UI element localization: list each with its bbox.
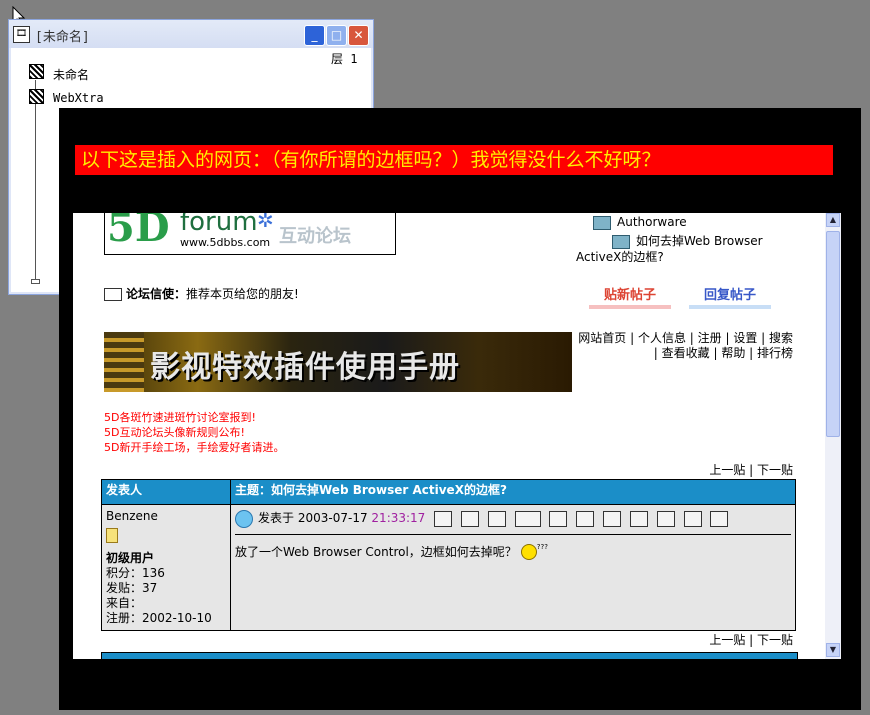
profile-icon[interactable]: [434, 510, 453, 527]
prev-next-links[interactable]: 上一贴 | 下一贴: [673, 461, 793, 478]
user-rank: 初级用户: [106, 551, 155, 565]
breadcrumb-item[interactable]: Authorware: [593, 215, 687, 230]
confused-emoticon-icon: [520, 544, 537, 560]
author-column-header: 发表人: [101, 479, 231, 505]
messenger-text: 推荐本页给您的朋友!: [186, 287, 299, 301]
scroll-up-icon[interactable]: ▲: [826, 213, 840, 227]
forum-logo[interactable]: 5D forum ✲ www.5dbbs.com 互动论坛: [104, 213, 396, 255]
reply-button[interactable]: 回复帖子: [689, 287, 771, 309]
post-mood-icon: [235, 509, 253, 528]
post-message: 放了一个Web Browser Control，边框如何去掉呢？???: [235, 542, 791, 560]
scroll-down-icon[interactable]: ▼: [826, 643, 840, 657]
user-post-count: 发贴：37: [106, 581, 158, 595]
director-icon: 🎞: [13, 26, 30, 43]
tree-end-marker: [31, 279, 40, 284]
folder-open-icon: [612, 234, 630, 249]
add-friend-icon[interactable]: [487, 510, 506, 527]
user-registered: 注册：2002-10-10: [106, 611, 212, 625]
folder-open-icon: [593, 215, 611, 230]
post-meta-line: 发表于 2003-07-17 21:33:17: [235, 509, 791, 528]
ad-banner-text: 影视特效插件使用手册: [150, 350, 460, 385]
subject-column-header: 主题：如何去掉Web Browser ActiveX的边框?: [230, 479, 796, 505]
posted-prefix: 发表于: [258, 511, 295, 525]
envelope-icon: [104, 288, 122, 301]
breadcrumb-item[interactable]: 如何去掉Web Browser ActiveX的边框?: [576, 233, 776, 265]
minimize-button[interactable]: _: [304, 25, 325, 46]
window-titlebar[interactable]: 🎞 [未命名] _ □ ✕: [9, 20, 373, 48]
maximize-button[interactable]: □: [326, 25, 347, 46]
ad-banner[interactable]: 影视特效插件使用手册: [104, 332, 572, 392]
post-table: 发表人 主题：如何去掉Web Browser ActiveX的边框? Benze…: [101, 479, 796, 631]
pencil-icon[interactable]: [656, 510, 675, 527]
pinwheel-icon: ✲: [257, 213, 274, 232]
scroll-thumb[interactable]: [826, 231, 840, 437]
user-badge-icon: [106, 528, 118, 543]
tree-node-label[interactable]: 未命名: [53, 66, 89, 83]
sprite-node-icon[interactable]: [29, 64, 44, 79]
forum-messenger[interactable]: 论坛信使：推荐本页给您的朋友!: [104, 285, 299, 302]
xtra-node-icon[interactable]: [29, 89, 44, 104]
computer-icon[interactable]: [710, 510, 729, 527]
user-points: 积分：136: [106, 566, 165, 580]
post-date: 2003-07-17: [297, 511, 368, 525]
new-post-button[interactable]: 贴新帖子: [589, 287, 671, 309]
notice-list: 5D各斑竹速进斑竹讨论室报到! 5D互动论坛头像新规则公布! 5D新开手绘工场，…: [104, 410, 284, 455]
layer-label: 层 1: [331, 52, 358, 66]
tree-connector: [35, 80, 36, 280]
logo-word: forum: [180, 213, 258, 237]
notice-link[interactable]: 5D各斑竹速进斑竹讨论室报到!: [104, 410, 284, 425]
logo-brand: 5D: [107, 213, 170, 251]
film-strip-graphic: [104, 332, 144, 392]
browser-content: 5D forum ✲ www.5dbbs.com 互动论坛 Authorware…: [73, 213, 825, 659]
logo-url: www.5dbbs.com: [180, 236, 271, 249]
quote-icon[interactable]: [629, 510, 648, 527]
post-divider: [235, 533, 791, 535]
forum-nav-links[interactable]: 网站首页 | 个人信息 | 注册 | 设置 | 搜索 | 查看收藏 | 帮助 |…: [571, 331, 793, 361]
edit-icon[interactable]: [576, 510, 595, 527]
tree-node-label[interactable]: WebXtra: [53, 91, 104, 105]
post-time: 21:33:17: [371, 511, 426, 525]
post-message-text: 放了一个Web Browser Control，边框如何去掉呢？: [235, 544, 517, 559]
author-cell: Benzene 初级用户 积分：136 发贴：37 来自： 注册：2002-10…: [101, 504, 231, 631]
web-browser-control[interactable]: 5D forum ✲ www.5dbbs.com 互动论坛 Authorware…: [73, 213, 841, 659]
email-icon[interactable]: [460, 510, 479, 527]
notice-link[interactable]: 5D新开手绘工场，手绘爱好者请进。: [104, 440, 284, 455]
private-message-icon[interactable]: [514, 510, 541, 527]
stage-panel: 以下这是插入的网页：（有你所谓的边框吗？）我觉得没什么不好呀？ 5D forum…: [59, 108, 861, 710]
next-post-header: [101, 652, 798, 659]
close-button[interactable]: ✕: [348, 25, 369, 46]
search-icon[interactable]: [549, 510, 568, 527]
author-name[interactable]: Benzene: [106, 509, 226, 524]
breadcrumb-label: 如何去掉Web Browser ActiveX的边框?: [576, 234, 763, 264]
prev-next-links[interactable]: 上一贴 | 下一贴: [673, 631, 793, 648]
window-title: [未命名]: [35, 30, 90, 45]
stage-banner-text: 以下这是插入的网页：（有你所谓的边框吗？）我觉得没什么不好呀？: [75, 145, 833, 175]
logo-tagline: 互动论坛: [279, 226, 351, 247]
vertical-scrollbar[interactable]: ▲ ▼: [825, 213, 841, 659]
user-from: 来自：: [106, 596, 143, 610]
messenger-label: 论坛信使：: [126, 287, 187, 301]
download-icon[interactable]: [683, 510, 702, 527]
reply-icon[interactable]: [603, 510, 622, 527]
breadcrumb-label: Authorware: [617, 215, 687, 229]
post-body-cell: 发表于 2003-07-17 21:33:17 放了一个Web Browser …: [230, 504, 796, 631]
emoticon-text: ???: [536, 542, 548, 551]
notice-link[interactable]: 5D互动论坛头像新规则公布!: [104, 425, 284, 440]
